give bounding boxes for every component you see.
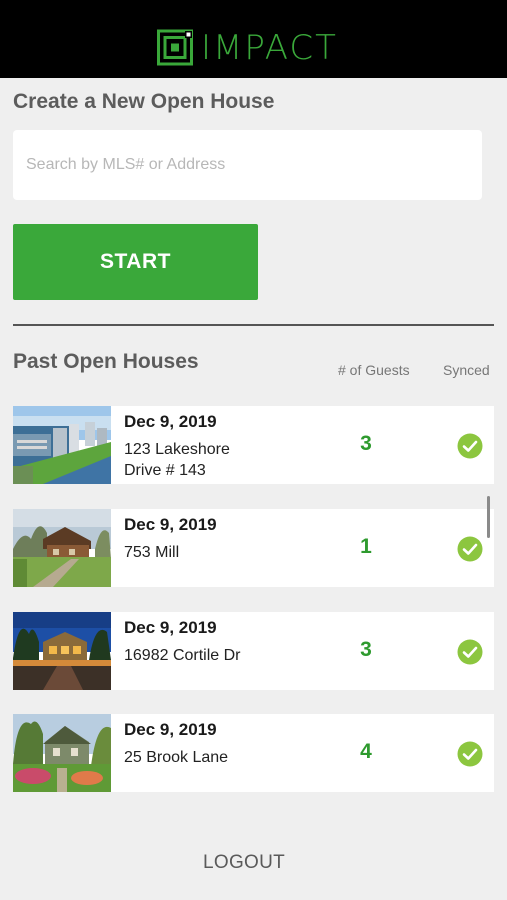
card-guest-count: 3 — [360, 638, 372, 661]
card-address: 123 Lakeshore Drive # 143 — [124, 441, 230, 479]
open-house-card[interactable]: Dec 9, 2019 753 Mill 1 — [13, 509, 494, 587]
create-open-house-title: Create a New Open House — [13, 90, 275, 113]
card-date: Dec 9, 2019 — [124, 618, 217, 637]
brand-name: IMPACT — [201, 28, 338, 68]
property-photo-cottage — [13, 714, 111, 792]
section-divider — [13, 324, 494, 326]
card-date: Dec 9, 2019 — [124, 515, 217, 534]
property-photo-cabin — [13, 509, 111, 587]
app-header: IMPACT — [0, 0, 507, 78]
search-input[interactable] — [13, 130, 482, 200]
list-scrollbar[interactable] — [487, 496, 490, 538]
card-guest-count: 1 — [360, 535, 372, 558]
synced-check-icon — [457, 433, 483, 459]
card-date: Dec 9, 2019 — [124, 412, 217, 431]
synced-check-icon — [457, 639, 483, 665]
card-date: Dec 9, 2019 — [124, 720, 217, 739]
card-address: 25 Brook Lane — [124, 749, 229, 766]
card-guest-count: 3 — [360, 432, 372, 455]
past-open-houses-title: Past Open Houses — [13, 350, 199, 373]
start-button[interactable]: START — [13, 224, 258, 300]
open-house-card[interactable]: Dec 9, 2019 16982 Cortile Dr 3 — [13, 612, 494, 690]
open-house-card[interactable]: Dec 9, 2019 25 Brook Lane 4 — [13, 714, 494, 792]
card-address: 16982 Cortile Dr — [124, 647, 241, 664]
guests-column-header: # of Guests — [338, 362, 410, 378]
synced-check-icon — [457, 536, 483, 562]
open-house-card[interactable]: Dec 9, 2019 123 Lakeshore Drive # 143 3 — [13, 406, 494, 484]
synced-check-icon — [457, 741, 483, 767]
synced-column-header: Synced — [443, 362, 490, 378]
property-photo-mansion — [13, 612, 111, 690]
property-photo-waterfront — [13, 406, 111, 484]
logout-button[interactable]: LOGOUT — [203, 852, 285, 874]
card-guest-count: 4 — [360, 740, 372, 763]
card-address: 753 Mill — [124, 544, 180, 561]
